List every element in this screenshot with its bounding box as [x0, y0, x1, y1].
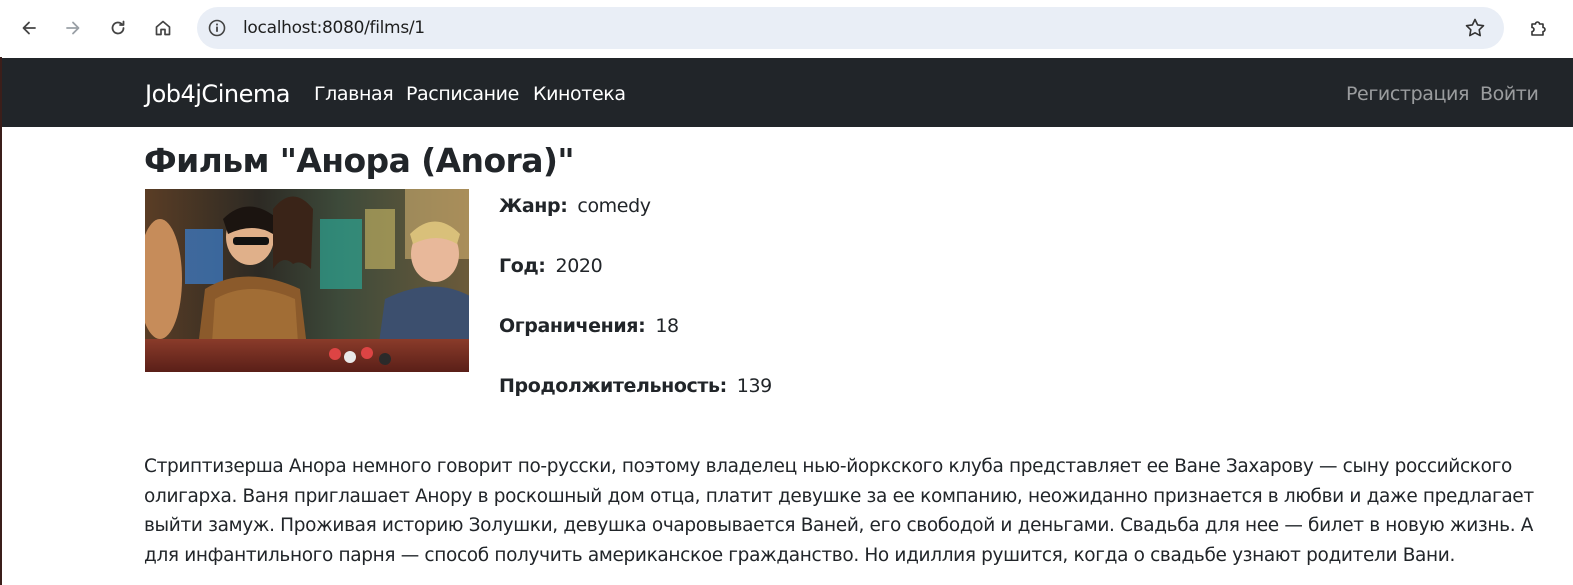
year-row: Год: 2020 — [499, 255, 603, 277]
nav-link-films[interactable]: Кинотека — [533, 83, 626, 105]
home-icon — [155, 20, 171, 36]
page-title: Фильм "Анора (Anora)" — [144, 141, 575, 180]
address-bar[interactable]: localhost:8080/films/1 — [197, 7, 1504, 49]
extensions-button[interactable] — [1523, 12, 1555, 44]
genre-row: Жанр: comedy — [499, 195, 651, 217]
nav-link-home[interactable]: Главная — [314, 83, 394, 105]
film-description: Стриптизерша Анора немного говорит по-ру… — [144, 456, 1534, 566]
login-link[interactable]: Войти — [1480, 83, 1539, 105]
register-link[interactable]: Регистрация — [1346, 83, 1469, 105]
age-rating-value: 18 — [655, 315, 679, 337]
genre-value: comedy — [577, 195, 651, 217]
site-info-icon[interactable] — [205, 16, 229, 40]
bookmark-star-icon[interactable] — [1464, 17, 1486, 39]
url-text[interactable]: localhost:8080/films/1 — [243, 18, 425, 38]
year-label: Год: — [499, 255, 546, 277]
brand-link[interactable]: Job4jCinema — [145, 80, 290, 108]
site-navbar: Job4jCinema Главная Расписание Кинотека … — [2, 58, 1573, 127]
genre-label: Жанр: — [499, 195, 568, 217]
age-rating-row: Ограничения: 18 — [499, 315, 679, 337]
film-poster — [145, 189, 469, 372]
forward-button[interactable] — [57, 12, 89, 44]
arrow-right-icon — [66, 21, 80, 35]
age-rating-label: Ограничения: — [499, 315, 646, 337]
arrow-left-icon — [22, 21, 36, 35]
home-button[interactable] — [147, 12, 179, 44]
browser-toolbar: localhost:8080/films/1 — [0, 0, 1573, 57]
reload-button[interactable] — [102, 12, 134, 44]
window-edge — [0, 57, 2, 585]
duration-row: Продолжительность: 139 — [499, 375, 772, 397]
puzzle-icon — [1531, 21, 1546, 36]
back-button[interactable] — [13, 12, 45, 44]
reload-icon — [111, 20, 125, 35]
year-value: 2020 — [555, 255, 603, 277]
duration-label: Продолжительность: — [499, 375, 727, 397]
nav-link-schedule[interactable]: Расписание — [406, 83, 519, 105]
duration-value: 139 — [736, 375, 772, 397]
